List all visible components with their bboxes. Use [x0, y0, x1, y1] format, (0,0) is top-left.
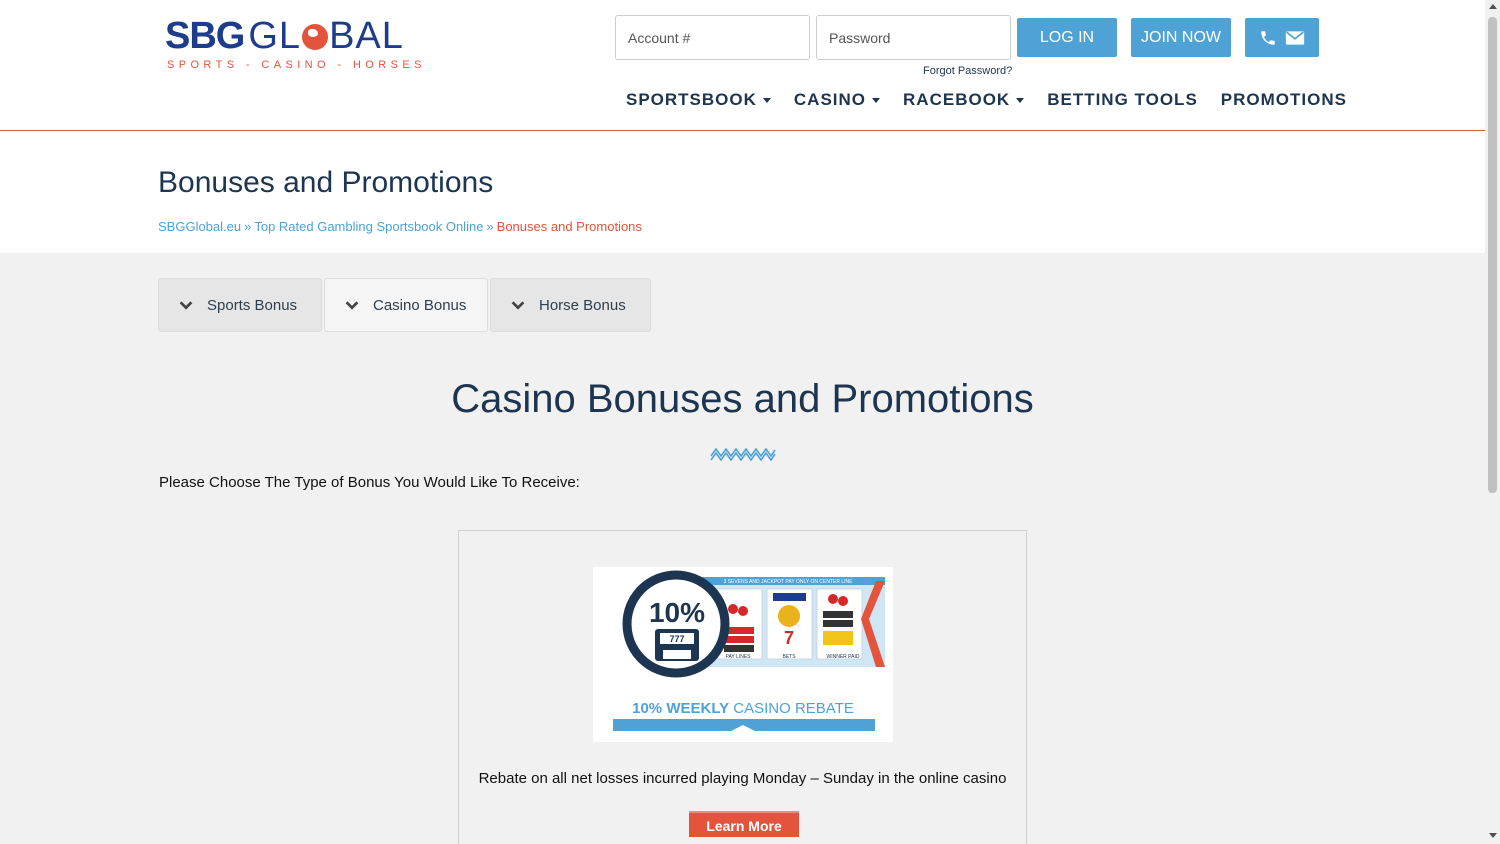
login-button[interactable]: LOG IN	[1017, 18, 1117, 57]
logo-global-text: GL BAL	[248, 15, 404, 57]
svg-text:777: 777	[669, 634, 684, 644]
scroll-up-arrow-icon[interactable]	[1489, 4, 1497, 9]
account-number-input[interactable]	[615, 15, 810, 60]
logo-tagline: SPORTS - CASINO - HORSES	[167, 59, 426, 71]
promo-card: 3 SEVENS AND JACKPOT PAY ONLY ON CENTER …	[458, 530, 1027, 844]
reel-label: WINNER PAID	[827, 654, 860, 660]
promo-description: Rebate on all net losses incurred playin…	[478, 770, 1007, 787]
nav-betting-tools[interactable]: BETTING TOOLS	[1047, 90, 1198, 110]
globe-icon	[302, 24, 329, 50]
nav-casino[interactable]: CASINO	[794, 90, 881, 110]
envelope-icon	[1285, 30, 1305, 45]
reel-label: BETS	[782, 654, 796, 660]
breadcrumb-home-link[interactable]: SBGGlobal.eu	[158, 219, 241, 234]
scrollbar-thumb[interactable]	[1488, 17, 1497, 493]
title-band: Bonuses and Promotions SBGGlobal.eu» Top …	[0, 131, 1485, 253]
svg-text:7: 7	[784, 628, 794, 648]
page-title: Bonuses and Promotions	[158, 166, 494, 199]
tab-horse-bonus[interactable]: Horse Bonus	[490, 278, 651, 332]
scroll-down-arrow-icon[interactable]	[1489, 833, 1497, 838]
password-input[interactable]	[816, 15, 1011, 60]
contact-button[interactable]	[1245, 18, 1319, 57]
casino-rebate-image[interactable]: 3 SEVENS AND JACKPOT PAY ONLY ON CENTER …	[593, 567, 893, 742]
breadcrumb-current: Bonuses and Promotions	[496, 219, 642, 234]
phone-icon	[1261, 30, 1275, 45]
chevron-down-icon	[179, 301, 193, 310]
site-header: SBGGLBAL SPORTS - CASINO - HORSES LOG IN…	[0, 0, 1485, 131]
promo-caption-text: 10% WEEKLY CASINO REBATE	[632, 700, 854, 717]
reel-label: PAY LINES	[725, 654, 751, 660]
nav-promotions[interactable]: PROMOTIONS	[1221, 90, 1347, 110]
chevron-down-icon	[345, 301, 359, 310]
wave-divider-icon	[710, 447, 776, 462]
page-scrollbar[interactable]	[1485, 0, 1500, 844]
breadcrumb: SBGGlobal.eu» Top Rated Gambling Sportsbo…	[158, 219, 642, 234]
breadcrumb-separator: »	[486, 219, 494, 234]
learn-more-button[interactable]: Learn More	[689, 811, 799, 837]
bonus-type-prompt: Please Choose The Type of Bonus You Woul…	[159, 474, 580, 491]
forgot-password-link[interactable]: Forgot Password?	[923, 65, 1012, 77]
breadcrumb-sportsbook-link[interactable]: Top Rated Gambling Sportsbook Online	[254, 219, 483, 234]
nav-sportsbook[interactable]: SPORTSBOOK	[626, 90, 771, 110]
caret-down-icon	[1016, 97, 1025, 103]
section-title: Casino Bonuses and Promotions	[451, 377, 1034, 421]
site-logo[interactable]: SBG GL BAL SPORTS - CASINO - HORSES	[165, 15, 421, 72]
caret-down-icon	[762, 97, 771, 103]
nav-racebook[interactable]: RACEBOOK	[903, 90, 1025, 110]
promo-badge-text: 10%	[649, 597, 705, 628]
tab-casino-bonus[interactable]: Casino Bonus	[324, 278, 488, 332]
chevron-down-icon	[511, 301, 525, 310]
promo-banner-text: 3 SEVENS AND JACKPOT PAY ONLY ON CENTER …	[724, 579, 854, 585]
breadcrumb-separator: »	[244, 219, 252, 234]
main-nav: SPORTSBOOK CASINO RACEBOOK BETTING TOOLS…	[626, 90, 1347, 110]
logo-sbg-text: SBG	[165, 15, 245, 57]
tab-sports-bonus[interactable]: Sports Bonus	[158, 278, 322, 332]
caret-down-icon	[872, 97, 881, 103]
join-now-button[interactable]: JOIN NOW	[1131, 18, 1231, 57]
